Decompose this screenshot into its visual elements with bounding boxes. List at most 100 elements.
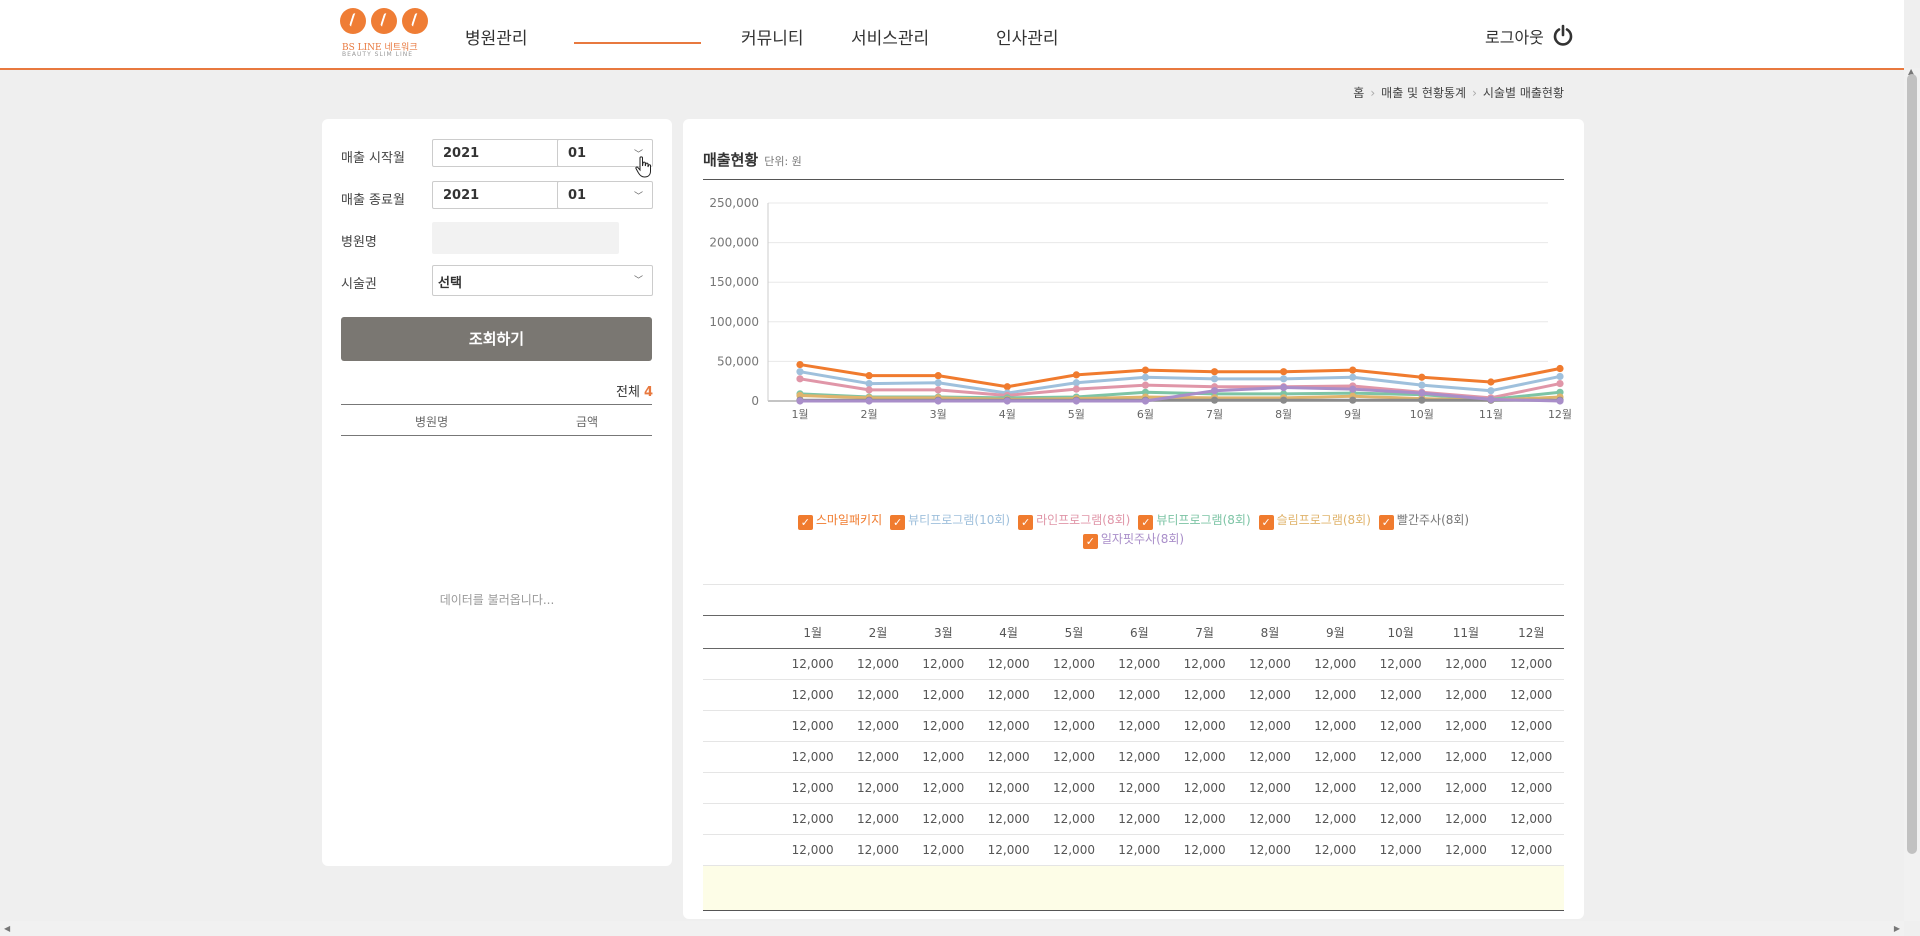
legend-item[interactable]: ✓ 뷰티프로그램(10회) xyxy=(890,511,1010,530)
data-point[interactable] xyxy=(1349,396,1357,404)
data-point[interactable] xyxy=(1349,373,1357,381)
checkbox-checked-icon[interactable]: ✓ xyxy=(1082,534,1098,549)
data-point[interactable] xyxy=(865,372,873,380)
data-point[interactable] xyxy=(1003,397,1011,405)
data-point[interactable] xyxy=(1210,375,1219,383)
checkbox-checked-icon[interactable]: ✓ xyxy=(1138,515,1154,530)
data-point[interactable] xyxy=(934,372,942,380)
checkbox-checked-icon[interactable]: ✓ xyxy=(1018,515,1034,530)
data-point[interactable] xyxy=(1280,383,1288,392)
data-point[interactable] xyxy=(1418,396,1426,404)
checkbox-checked-icon[interactable]: ✓ xyxy=(1258,515,1274,530)
data-point[interactable] xyxy=(1141,366,1150,374)
breadcrumb-home[interactable]: 홈 xyxy=(1353,86,1364,100)
table-total-row xyxy=(703,865,1564,911)
data-point[interactable] xyxy=(934,379,942,387)
legend-label: 슬림프로그램(8회) xyxy=(1276,513,1371,527)
table-cell: 12,000 xyxy=(1171,679,1238,711)
checkbox-checked-icon[interactable]: ✓ xyxy=(1378,515,1394,530)
table-cell: 12,000 xyxy=(910,710,976,742)
data-point[interactable] xyxy=(796,397,804,405)
table-header-cell: 12월 xyxy=(1498,615,1564,649)
legend-item[interactable]: ✓ 일자핏주사(8회) xyxy=(1082,530,1184,549)
data-point[interactable] xyxy=(865,379,873,388)
data-point[interactable] xyxy=(1141,397,1150,405)
data-point[interactable] xyxy=(1487,395,1495,404)
data-point[interactable] xyxy=(865,397,873,405)
table-cell: 12,000 xyxy=(1302,834,1368,866)
table-cell: 12,000 xyxy=(1237,803,1303,835)
table-cell: 12,000 xyxy=(780,772,846,804)
legend-label: 뷰티프로그램(8회) xyxy=(1156,513,1251,527)
data-point[interactable] xyxy=(1280,375,1288,383)
data-point[interactable] xyxy=(1418,373,1426,381)
legend-label: 빨간주사(8회) xyxy=(1396,513,1470,527)
search-button[interactable]: 조회하기 xyxy=(341,317,652,361)
nav-active-indicator[interactable] xyxy=(574,42,701,44)
checkbox-checked-icon[interactable]: ✓ xyxy=(890,515,906,530)
legend-item[interactable]: ✓ 뷰티프로그램(8회) xyxy=(1138,511,1251,530)
chart-panel-title: 매출현황 단위: 원 xyxy=(703,149,802,170)
data-point[interactable] xyxy=(1418,381,1426,389)
data-point[interactable] xyxy=(1556,364,1564,373)
data-point[interactable] xyxy=(1141,373,1150,381)
table-header-cell: 2월 xyxy=(845,615,911,649)
vertical-scroll-thumb[interactable] xyxy=(1907,74,1917,854)
table-cell: 12,000 xyxy=(1237,772,1303,804)
data-point[interactable] xyxy=(1072,371,1080,379)
scroll-left-icon[interactable]: ◀ xyxy=(4,924,10,933)
table-cell: 12,000 xyxy=(1302,741,1368,773)
legend-item[interactable]: ✓ 라인프로그램(8회) xyxy=(1018,511,1130,530)
table-row: 12,000 12,000 12,000 12,000 12,000 12,000 12,0… xyxy=(703,772,1564,804)
data-point[interactable] xyxy=(1003,383,1011,391)
data-point[interactable] xyxy=(1349,385,1357,393)
data-point[interactable] xyxy=(865,386,873,394)
data-point[interactable] xyxy=(1072,379,1080,387)
legend-item[interactable]: ✓ 빨간주사(8회) xyxy=(1378,511,1470,530)
checkbox-checked-icon[interactable]: ✓ xyxy=(797,515,813,530)
breadcrumb-sales-stats[interactable]: 매출 및 현황통계 xyxy=(1381,86,1466,100)
nav-hr-management[interactable]: 인사관리 xyxy=(996,24,1059,49)
total-label: 전체 xyxy=(616,385,640,400)
data-point[interactable] xyxy=(1210,387,1219,395)
data-point[interactable] xyxy=(1072,397,1080,405)
horizontal-scrollbar[interactable]: ◀ ▶ xyxy=(0,921,1904,936)
data-point[interactable] xyxy=(1556,372,1564,381)
data-point[interactable] xyxy=(1280,396,1288,404)
data-point[interactable] xyxy=(934,386,942,394)
table-cell: 12,000 xyxy=(845,803,911,835)
data-point[interactable] xyxy=(1556,379,1564,388)
bs-line-logo[interactable]: BS LINE 네트워크 BEAUTY SLIM LINE xyxy=(340,8,430,60)
data-point[interactable] xyxy=(1487,387,1495,395)
legend-item[interactable]: ✓ 스마일패키지 xyxy=(797,511,882,530)
logout-link[interactable]: 로그아웃 xyxy=(1485,24,1544,48)
nav-community[interactable]: 커뮤니티 xyxy=(741,24,804,49)
nav-service-management[interactable]: 서비스관리 xyxy=(851,24,929,49)
table-cell: 12,000 xyxy=(1171,710,1238,742)
legend-item[interactable]: ✓ 슬림프로그램(8회) xyxy=(1258,511,1371,530)
data-point[interactable] xyxy=(796,368,804,376)
hospital-name-input[interactable] xyxy=(432,222,619,254)
power-icon[interactable] xyxy=(1552,24,1574,46)
scroll-right-icon[interactable]: ▶ xyxy=(1894,924,1900,933)
end-month-select[interactable]: 01 ﹀ xyxy=(557,181,653,209)
data-point[interactable] xyxy=(796,360,804,369)
data-point[interactable] xyxy=(1210,396,1219,404)
table-cell: 12,000 xyxy=(975,741,1042,773)
data-point[interactable] xyxy=(1349,366,1357,374)
table-row: 12,000 12,000 12,000 12,000 12,000 12,000 12,0… xyxy=(703,803,1564,835)
ticket-select[interactable]: 선택 ﹀ xyxy=(432,265,653,296)
data-point[interactable] xyxy=(1556,397,1564,405)
x-tick-label: 4월 xyxy=(999,408,1016,421)
data-point[interactable] xyxy=(1280,368,1288,376)
vertical-scrollbar[interactable]: ▲ xyxy=(1904,67,1920,921)
data-point[interactable] xyxy=(1141,381,1150,389)
data-point[interactable] xyxy=(1487,378,1495,386)
top-header: BS LINE 네트워크 BEAUTY SLIM LINE 병원관리 커뮤니티 … xyxy=(0,0,1904,70)
data-point[interactable] xyxy=(1418,389,1426,397)
data-point[interactable] xyxy=(796,375,804,383)
data-point[interactable] xyxy=(1210,368,1219,376)
data-point[interactable] xyxy=(934,397,942,405)
nav-hospital-management[interactable]: 병원관리 xyxy=(465,24,528,49)
data-point[interactable] xyxy=(1072,385,1080,393)
